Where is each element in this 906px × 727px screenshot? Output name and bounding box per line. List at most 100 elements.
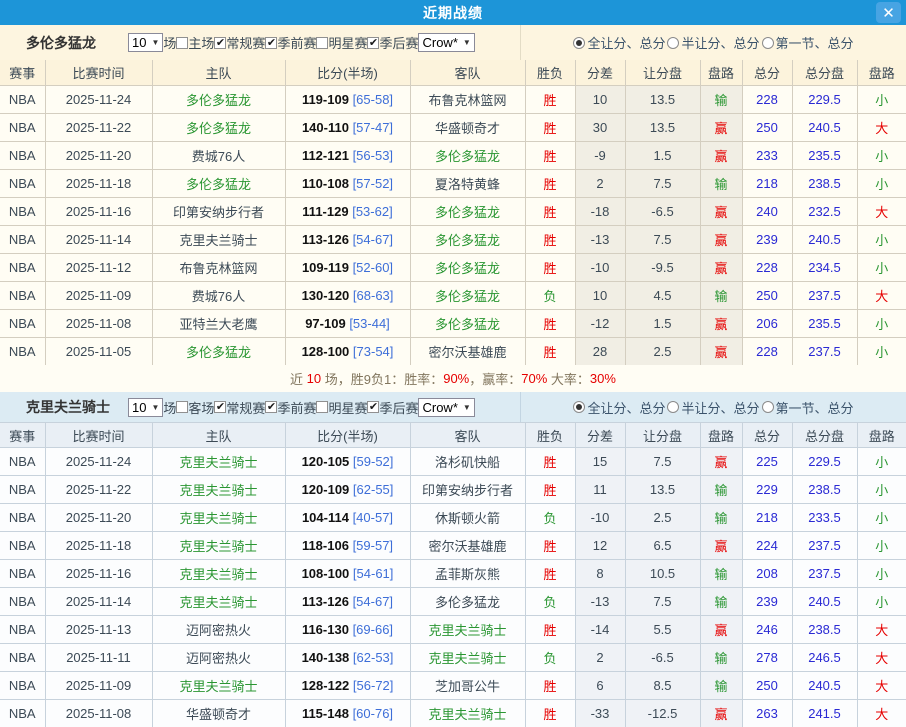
source-select[interactable]: Crow* ▼ — [418, 398, 474, 417]
handicap-line-cell: 7.5 — [625, 169, 700, 197]
away-team-cell: 布鲁克林篮网 — [410, 85, 525, 113]
checkbox-box[interactable]: ✔ — [265, 401, 277, 413]
final-score: 109-119 — [302, 260, 349, 275]
point-diff-cell: 10 — [575, 85, 625, 113]
over-under-cell: 小 — [857, 448, 906, 476]
checkbox-label: 常规赛 — [226, 33, 265, 52]
recent-games-table-cavaliers: 赛事比赛时间主队比分(半场)客队胜负分差让分盘盘路总分总分盘盘路 NBA2025… — [0, 422, 906, 727]
handicap-result-cell: 赢 — [700, 253, 742, 281]
total-points-cell: 208 — [742, 560, 792, 588]
radio-button[interactable] — [667, 401, 679, 413]
checkbox-box[interactable] — [316, 37, 328, 49]
radio-label: 半让分、总分 — [681, 398, 759, 417]
away-team-cell: 印第安纳步行者 — [410, 476, 525, 504]
league-cell: NBA — [0, 476, 45, 504]
league-cell: NBA — [0, 85, 45, 113]
result-cell: 负 — [525, 504, 575, 532]
handicap-line-cell: 13.5 — [625, 476, 700, 504]
stat-mode-radio[interactable]: 第一节、总分 — [762, 33, 854, 52]
date-cell: 2025-11-14 — [45, 588, 152, 616]
total-line-cell: 238.5 — [792, 616, 857, 644]
checkbox-box[interactable]: ✔ — [265, 37, 277, 49]
score-cell: 128-122 [56-72] — [285, 672, 410, 700]
summary-text: ，赢率： — [469, 369, 521, 388]
checkbox-box[interactable]: ✔ — [367, 37, 379, 49]
radio-label: 全让分、总分 — [587, 33, 665, 52]
filter-checkbox[interactable]: 客场 — [176, 398, 214, 417]
stat-mode-radio[interactable]: 半让分、总分 — [667, 398, 759, 417]
stat-mode-radio[interactable]: 第一节、总分 — [762, 398, 854, 417]
table-row: NBA2025-11-08亚特兰大老鹰97-109 [53-44]多伦多猛龙胜-… — [0, 309, 906, 337]
checkbox-box[interactable] — [316, 401, 328, 413]
date-cell: 2025-11-16 — [45, 197, 152, 225]
total-line-cell: 238.5 — [792, 476, 857, 504]
radio-button[interactable] — [667, 37, 679, 49]
radio-group: 全让分、总分半让分、总分第一节、总分 — [520, 25, 906, 60]
result-cell: 胜 — [525, 113, 575, 141]
stat-mode-radio[interactable]: 全让分、总分 — [573, 398, 665, 417]
handicap-line-cell: -6.5 — [625, 644, 700, 672]
total-points-cell: 239 — [742, 588, 792, 616]
radio-button[interactable] — [573, 37, 585, 49]
total-line-cell: 229.5 — [792, 448, 857, 476]
over-under-cell: 小 — [857, 588, 906, 616]
handicap-result-cell: 赢 — [700, 337, 742, 365]
home-team-cell: 多伦多猛龙 — [152, 169, 285, 197]
date-cell: 2025-11-14 — [45, 225, 152, 253]
handicap-line-cell: 8.5 — [625, 672, 700, 700]
source-select[interactable]: Crow* ▼ — [418, 33, 474, 52]
handicap-line-cell: -6.5 — [625, 197, 700, 225]
checkbox-box[interactable]: ✔ — [214, 37, 226, 49]
date-cell: 2025-11-20 — [45, 504, 152, 532]
total-points-cell: 206 — [742, 309, 792, 337]
checkbox-box[interactable]: ✔ — [367, 401, 379, 413]
handicap-line-cell: 1.5 — [625, 141, 700, 169]
close-icon[interactable]: ✕ — [876, 2, 901, 23]
stat-mode-radio[interactable]: 半让分、总分 — [667, 33, 759, 52]
total-points-cell: 239 — [742, 225, 792, 253]
radio-button[interactable] — [762, 401, 774, 413]
recent-games-table-raptors: 赛事比赛时间主队比分(半场)客队胜负分差让分盘盘路总分总分盘盘路 NBA2025… — [0, 60, 906, 365]
games-count-select[interactable]: 10 ▼ — [128, 33, 163, 52]
filter-checkbox[interactable]: ✔常规赛 — [214, 33, 265, 52]
point-diff-cell: 2 — [575, 169, 625, 197]
radio-button[interactable] — [762, 37, 774, 49]
result-cell: 负 — [525, 644, 575, 672]
checkbox-box[interactable]: ✔ — [214, 401, 226, 413]
filter-checkbox[interactable]: ✔季前赛 — [265, 33, 316, 52]
filter-checkbox[interactable]: ✔季后赛 — [367, 33, 418, 52]
filter-checkbox[interactable]: ✔季前赛 — [265, 398, 316, 417]
filter-checkbox[interactable]: ✔季后赛 — [367, 398, 418, 417]
filter-checkbox[interactable]: 明星赛 — [316, 398, 367, 417]
home-team-cell: 印第安纳步行者 — [152, 197, 285, 225]
total-points-cell: 250 — [742, 281, 792, 309]
total-points-cell: 228 — [742, 253, 792, 281]
games-count-select[interactable]: 10 ▼ — [128, 398, 163, 417]
half-time-score: [69-66] — [353, 622, 393, 637]
away-team-cell: 多伦多猛龙 — [410, 309, 525, 337]
date-cell: 2025-11-24 — [45, 448, 152, 476]
filter-checkbox[interactable]: 明星赛 — [316, 33, 367, 52]
checkbox-box[interactable] — [176, 401, 188, 413]
result-cell: 胜 — [525, 700, 575, 727]
stat-mode-radio[interactable]: 全让分、总分 — [573, 33, 665, 52]
away-team-cell: 密尔沃基雄鹿 — [410, 337, 525, 365]
filter-checkbox[interactable]: 主场 — [176, 33, 214, 52]
away-team-cell: 密尔沃基雄鹿 — [410, 532, 525, 560]
date-cell: 2025-11-22 — [45, 476, 152, 504]
result-cell: 胜 — [525, 337, 575, 365]
team-filter-bar: 多伦多猛龙 10 ▼ 场 主场✔常规赛✔季前赛明星赛✔季后赛 Crow* ▼ 全… — [0, 25, 906, 60]
table-row: NBA2025-11-13迈阿密热火116-130 [69-66]克里夫兰骑士胜… — [0, 616, 906, 644]
handicap-line-cell: 4.5 — [625, 281, 700, 309]
league-cell: NBA — [0, 588, 45, 616]
home-team-cell: 克里夫兰骑士 — [152, 476, 285, 504]
home-team-cell: 华盛顿奇才 — [152, 700, 285, 727]
radio-button[interactable] — [573, 401, 585, 413]
point-diff-cell: 30 — [575, 113, 625, 141]
total-line-cell: 235.5 — [792, 309, 857, 337]
handicap-line-cell: 2.5 — [625, 337, 700, 365]
total-points-cell: 228 — [742, 85, 792, 113]
checkbox-box[interactable] — [176, 37, 188, 49]
filter-checkbox[interactable]: ✔常规赛 — [214, 398, 265, 417]
chevron-down-icon: ▼ — [151, 403, 159, 412]
